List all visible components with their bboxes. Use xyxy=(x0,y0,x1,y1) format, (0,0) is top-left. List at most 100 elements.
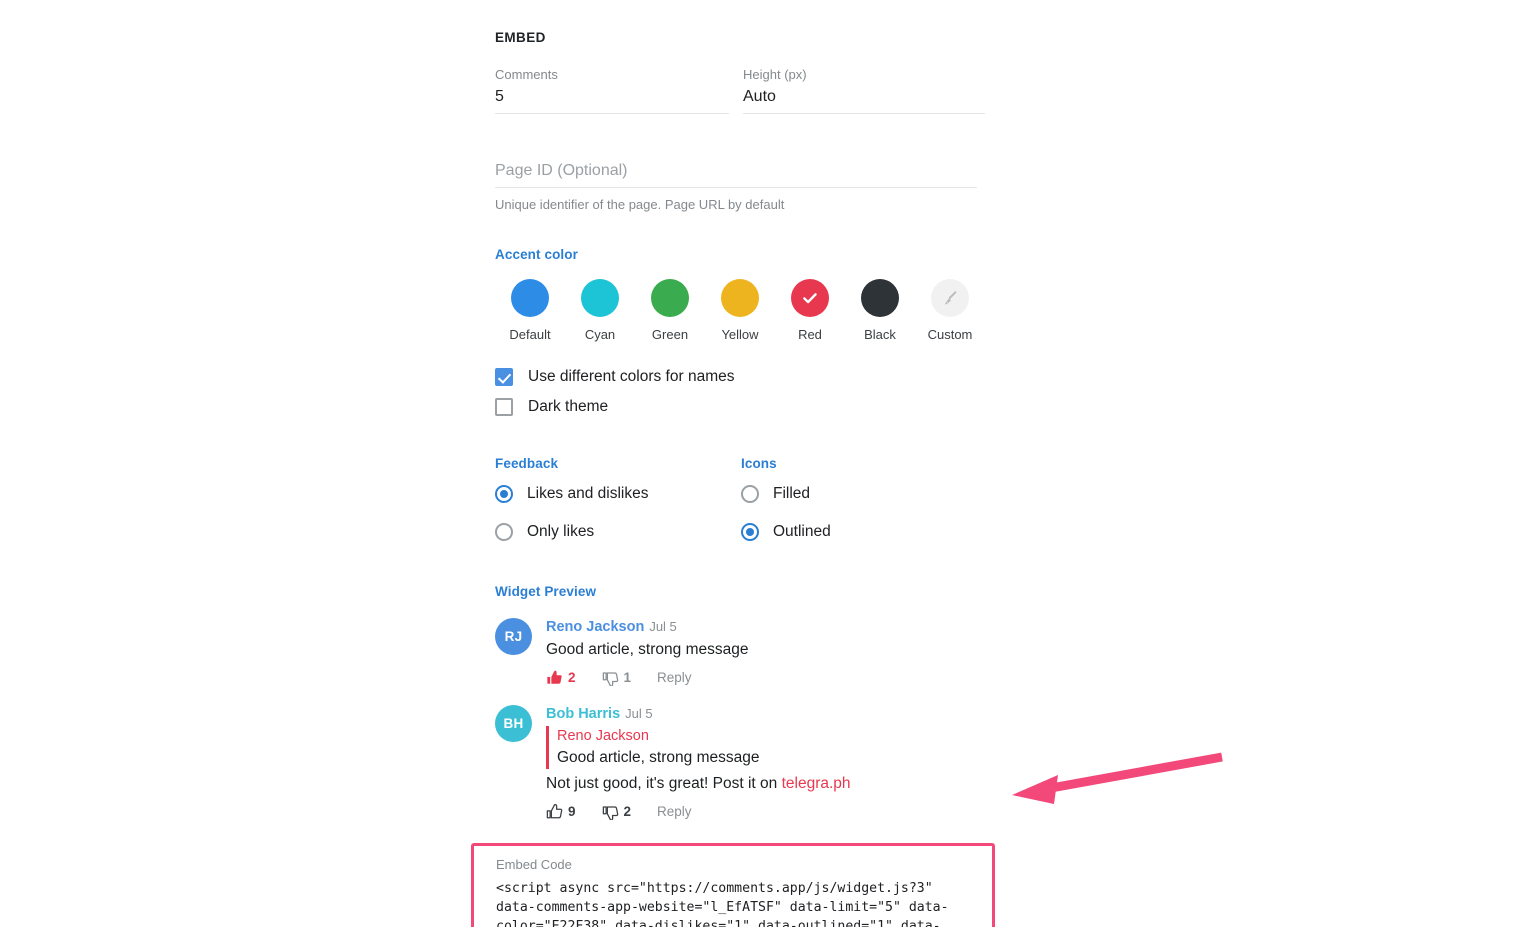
radio-groups-row: Feedback Likes and dislikes Only likes Ic… xyxy=(495,456,985,547)
icons-heading: Icons xyxy=(741,456,777,471)
accent-swatch-dot-red[interactable] xyxy=(791,279,829,317)
thumbs-up-icon xyxy=(546,803,563,820)
accent-swatch-black[interactable]: Black xyxy=(845,279,915,343)
checkbox-label: Dark theme xyxy=(528,398,609,415)
comment-text-prefix: Not just good, it's great! Post it on xyxy=(546,775,782,792)
accent-swatch-red[interactable]: Red xyxy=(775,279,845,343)
accent-swatch-green[interactable]: Green xyxy=(635,279,705,343)
comments-underline xyxy=(495,113,729,114)
comment-actions: 2 1 Reply xyxy=(546,669,985,686)
numeric-fields-row: Comments 5 Height (px) Auto xyxy=(495,67,985,114)
feedback-option-likes-and-dislikes[interactable]: Likes and dislikes xyxy=(495,478,741,509)
comment-date: Jul 5 xyxy=(625,706,653,721)
radio-label: Likes and dislikes xyxy=(527,484,649,502)
accent-swatch-cyan[interactable]: Cyan xyxy=(565,279,635,343)
feedback-option-only-likes[interactable]: Only likes xyxy=(495,516,741,547)
radio-label: Filled xyxy=(773,484,811,502)
icons-option-list: Filled Outlined xyxy=(741,478,981,547)
accent-swatch-dot-custom[interactable] xyxy=(931,279,969,317)
avatar: RJ xyxy=(495,618,532,655)
comment-date: Jul 5 xyxy=(649,619,677,634)
accent-swatch-dot-black[interactable] xyxy=(861,279,899,317)
radio-icon[interactable] xyxy=(741,522,759,541)
dislike-button[interactable]: 2 xyxy=(602,803,631,820)
comments-field-label: Comments xyxy=(495,67,558,82)
comment-header: Bob Harris Jul 5 xyxy=(546,705,985,723)
thumbs-up-icon xyxy=(546,669,563,686)
like-button[interactable]: 2 xyxy=(546,669,576,686)
quoted-text: Good article, strong message xyxy=(557,749,760,766)
widget-preview-block: Widget Preview RJ Reno Jackson Jul 5 Good a… xyxy=(495,584,985,820)
radio-icon[interactable] xyxy=(495,522,513,541)
comments-field[interactable]: Comments 5 xyxy=(495,67,729,114)
preview-comment: BH Bob Harris Jul 5 Reno Jackson Good articl… xyxy=(495,704,985,820)
comment-body: Reno Jackson Jul 5 Good article, strong me… xyxy=(546,617,985,686)
embed-code-box[interactable]: Embed Code <script async src="https://co… xyxy=(471,843,995,927)
comment-author[interactable]: Bob Harris xyxy=(546,706,620,722)
accent-swatch-dot-yellow[interactable] xyxy=(721,279,759,317)
comment-author[interactable]: Reno Jackson xyxy=(546,619,644,635)
checkbox-label: Use different colors for names xyxy=(528,368,735,385)
radio-icon[interactable] xyxy=(741,484,759,503)
accent-swatch-dot-cyan[interactable] xyxy=(581,279,619,317)
page-id-input[interactable]: Page ID (Optional) xyxy=(495,157,977,187)
feedback-group: Feedback Likes and dislikes Only likes xyxy=(495,456,741,547)
embed-code-label: Embed Code xyxy=(496,857,572,872)
like-count: 9 xyxy=(568,804,576,819)
like-count: 2 xyxy=(568,670,576,685)
widget-preview-heading: Widget Preview xyxy=(495,584,597,599)
accent-color-block: Accent color Default Cyan Green Yellow Red Bl… xyxy=(495,247,985,343)
accent-swatch-dot-green[interactable] xyxy=(651,279,689,317)
comment-body: Bob Harris Jul 5 Reno Jackson Good article,… xyxy=(546,704,985,820)
height-underline xyxy=(743,113,985,114)
dislike-button[interactable]: 1 xyxy=(602,669,631,686)
accent-swatch-label: Cyan xyxy=(584,327,616,342)
accent-swatch-label: Green xyxy=(651,327,689,342)
like-button[interactable]: 9 xyxy=(546,803,576,820)
accent-swatch-label: Black xyxy=(864,327,896,342)
thumbs-down-icon xyxy=(602,669,619,686)
accent-swatch-yellow[interactable]: Yellow xyxy=(705,279,775,343)
page-id-underline xyxy=(495,187,977,188)
comment-header: Reno Jackson Jul 5 xyxy=(546,618,985,636)
page-id-hint: Unique identifier of the page. Page URL … xyxy=(495,197,785,212)
avatar: BH xyxy=(495,705,532,742)
radio-icon[interactable] xyxy=(495,484,513,503)
preview-comment-list: RJ Reno Jackson Jul 5 Good article, strong … xyxy=(495,617,985,820)
height-input[interactable]: Auto xyxy=(743,83,985,113)
height-field-label: Height (px) xyxy=(743,67,807,82)
embed-settings-form: EMBED Comments 5 Height (px) Auto Page I… xyxy=(471,0,995,927)
feedback-option-list: Likes and dislikes Only likes xyxy=(495,478,741,547)
embed-settings-page: EMBED Comments 5 Height (px) Auto Page I… xyxy=(0,0,1536,927)
page-id-field[interactable]: Page ID (Optional) Unique identifier of … xyxy=(495,157,977,213)
quoted-author: Reno Jackson xyxy=(557,728,649,744)
radio-label: Only likes xyxy=(527,522,595,540)
accent-swatch-label: Custom xyxy=(927,327,973,342)
accent-swatch-default[interactable]: Default xyxy=(495,279,565,343)
embed-code-text[interactable]: <script async src="https://comments.app/… xyxy=(496,879,974,927)
radio-label: Outlined xyxy=(773,522,831,540)
icons-option-outlined[interactable]: Outlined xyxy=(741,516,981,547)
reply-button[interactable]: Reply xyxy=(657,804,692,819)
accent-swatch-dot-default[interactable] xyxy=(511,279,549,317)
icons-option-filled[interactable]: Filled xyxy=(741,478,981,509)
accent-swatch-custom[interactable]: Custom xyxy=(915,279,985,343)
checkbox-row-colorful-names[interactable]: Use different colors for names xyxy=(495,362,985,392)
accent-color-swatch-list: Default Cyan Green Yellow Red Black Custom xyxy=(495,279,985,343)
reply-button[interactable]: Reply xyxy=(657,670,692,685)
page-title: EMBED xyxy=(495,30,546,45)
feedback-heading: Feedback xyxy=(495,456,559,471)
comment-text: Good article, strong message xyxy=(546,641,749,658)
checkbox-icon[interactable] xyxy=(495,368,513,386)
quoted-comment: Reno Jackson Good article, strong message xyxy=(546,726,985,769)
options-checkbox-list: Use different colors for names Dark theme xyxy=(495,362,985,422)
accent-swatch-label: Red xyxy=(798,327,822,342)
accent-color-heading: Accent color xyxy=(495,247,578,262)
comments-input[interactable]: 5 xyxy=(495,83,729,113)
checkbox-icon[interactable] xyxy=(495,398,513,416)
checkbox-row-dark-theme[interactable]: Dark theme xyxy=(495,392,985,422)
icons-group: Icons Filled Outlined xyxy=(741,456,981,547)
height-field[interactable]: Height (px) Auto xyxy=(743,67,985,114)
comment-link[interactable]: telegra.ph xyxy=(782,775,851,792)
thumbs-down-icon xyxy=(602,803,619,820)
